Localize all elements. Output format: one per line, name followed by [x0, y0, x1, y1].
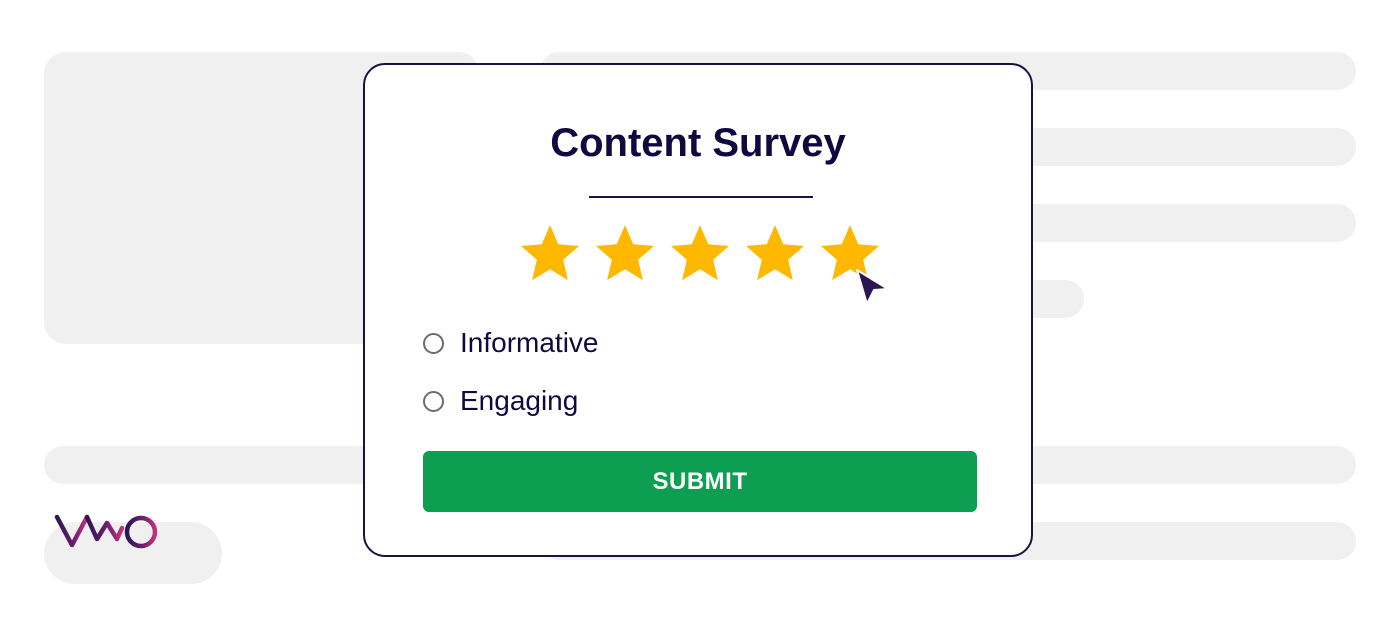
title-divider	[589, 196, 813, 198]
mouse-cursor-icon	[855, 268, 891, 308]
star-icon[interactable]	[519, 222, 581, 284]
star-rating[interactable]	[519, 222, 885, 284]
option-engaging[interactable]: Engaging	[423, 383, 578, 419]
vwo-logo-icon	[54, 512, 166, 552]
survey-title: Content Survey	[550, 121, 846, 165]
survey-card: Content Survey Informative Engaging SUBM…	[363, 63, 1033, 557]
radio-button[interactable]	[423, 332, 444, 354]
star-icon[interactable]	[594, 222, 656, 284]
star-icon[interactable]	[669, 222, 731, 284]
option-informative[interactable]: Informative	[423, 325, 599, 361]
star-icon[interactable]	[744, 222, 806, 284]
submit-button[interactable]: SUBMIT	[423, 451, 977, 512]
radio-button[interactable]	[423, 390, 444, 412]
option-label: Informative	[460, 327, 599, 358]
option-label: Engaging	[460, 385, 579, 416]
